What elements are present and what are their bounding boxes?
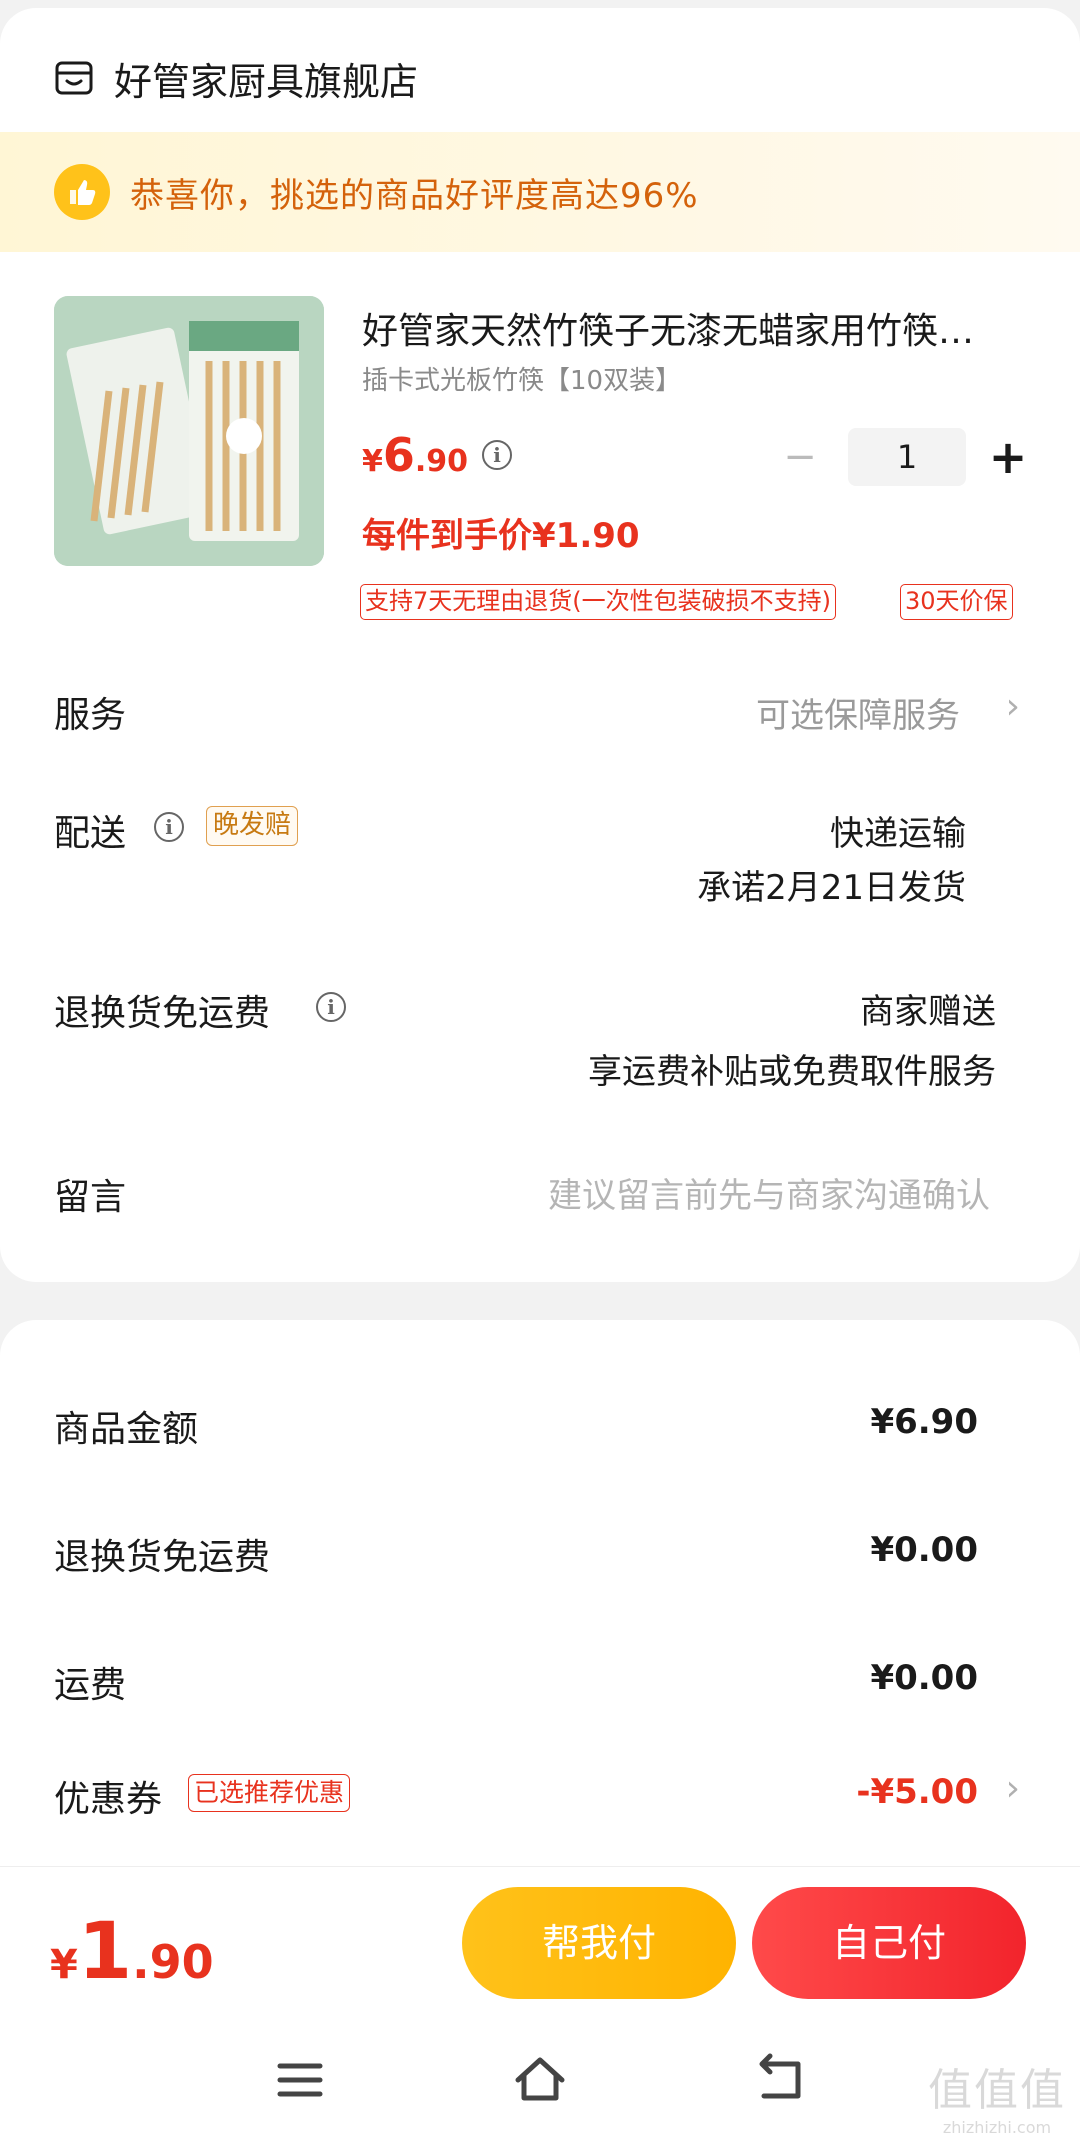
watermark-sub: zhizhizhi.com <box>942 2118 1052 2137</box>
late-delivery-badge: 晚发赔 <box>206 806 299 846</box>
back-icon[interactable] <box>750 2052 810 2108</box>
return-freight-info-icon[interactable]: i <box>316 992 346 1022</box>
return-policy-tag: 支持7天无理由退货(一次性包装破损不支持) <box>360 584 836 620</box>
watermark-main: 值值值 <box>928 2065 1066 2116</box>
store-icon <box>55 61 93 95</box>
total-currency: ¥ <box>50 1942 78 1988</box>
unit-price: 每件到手价¥1.90 <box>362 516 640 556</box>
chevron-right-icon: › <box>1005 1768 1020 1809</box>
message-label: 留言 <box>54 1177 127 1218</box>
product-price: ¥ 6 .90 <box>362 428 468 482</box>
total-decimal: .90 <box>132 1935 214 1989</box>
order-item-card: 好管家厨具旗舰店 恭喜你，挑选的商品好评度高达96% 好管家天然竹筷子无漆无蜡家… <box>0 8 1080 1282</box>
quantity-input[interactable]: 1 <box>848 428 966 486</box>
return-freight-provider: 商家赠送 <box>860 992 996 1032</box>
store-name: 好管家厨具旗舰店 <box>114 59 419 104</box>
menu-icon[interactable] <box>270 2052 330 2108</box>
message-input[interactable]: 建议留言前先与商家沟通确认 <box>548 1168 990 1217</box>
delivery-method: 快递运输 <box>830 814 966 854</box>
price-info-icon[interactable]: i <box>482 440 512 470</box>
price-decimal: .90 <box>414 444 469 479</box>
goods-amount-label: 商品金额 <box>54 1409 199 1450</box>
watermark: 值值值 zhizhizhi.com <box>928 2054 1066 2137</box>
delivery-promise: 承诺2月21日发货 <box>697 868 966 908</box>
decrease-quantity-button[interactable]: − <box>780 437 820 477</box>
product-spec[interactable]: 插卡式光板竹筷【10双装】 <box>362 360 681 397</box>
quantity-stepper: − 1 + <box>780 428 1028 486</box>
system-nav-bar: 值值值 zhizhizhi.com <box>0 2016 1080 2144</box>
return-freight-label: 退换货免运费 <box>54 993 271 1034</box>
price-integer: 6 <box>382 428 415 482</box>
total-integer: 1 <box>77 1907 133 1997</box>
help-pay-button[interactable]: 帮我付 <box>462 1887 736 1999</box>
chevron-right-icon: › <box>1005 686 1020 727</box>
shipping-fee-value: ¥0.00 <box>870 1658 978 1698</box>
store-header[interactable]: 好管家厨具旗舰店 <box>54 48 418 108</box>
return-freight-fee-label: 退换货免运费 <box>54 1537 271 1578</box>
delivery-info-icon[interactable]: i <box>154 812 184 842</box>
total-price: ¥ 1 .90 <box>50 1907 214 1997</box>
delivery-label: 配送 <box>54 813 127 854</box>
price-summary-card: 商品金额 ¥6.90 退换货免运费 ¥0.00 运费 ¥0.00 优惠券 已选推… <box>0 1320 1080 1880</box>
product-title[interactable]: 好管家天然竹筷子无漆无蜡家用竹筷… <box>362 302 1026 354</box>
service-label: 服务 <box>54 695 127 736</box>
praise-banner: 恭喜你，挑选的商品好评度高达96% <box>0 132 1080 252</box>
price-currency: ¥ <box>362 444 383 479</box>
self-pay-button[interactable]: 自己付 <box>752 1887 1026 1999</box>
return-freight-desc: 享运费补贴或免费取件服务 <box>588 1052 996 1092</box>
home-icon[interactable] <box>510 2052 570 2108</box>
checkout-bar: ¥ 1 .90 帮我付 自己付 <box>0 1866 1080 2016</box>
return-freight-fee-value: ¥0.00 <box>870 1530 978 1570</box>
thumbs-up-icon <box>54 164 110 220</box>
product-image[interactable] <box>54 296 324 566</box>
shipping-fee-label: 运费 <box>54 1665 127 1706</box>
goods-amount-value: ¥6.90 <box>870 1402 978 1442</box>
praise-text: 恭喜你，挑选的商品好评度高达96% <box>130 175 699 216</box>
price-protection-tag: 30天价保 <box>900 584 1013 620</box>
coupon-label: 优惠券 <box>54 1779 163 1820</box>
coupon-badge: 已选推荐优惠 <box>188 1774 351 1812</box>
service-value: 可选保障服务 <box>756 696 960 736</box>
coupon-value: -¥5.00 <box>856 1772 978 1812</box>
increase-quantity-button[interactable]: + <box>988 434 1028 480</box>
